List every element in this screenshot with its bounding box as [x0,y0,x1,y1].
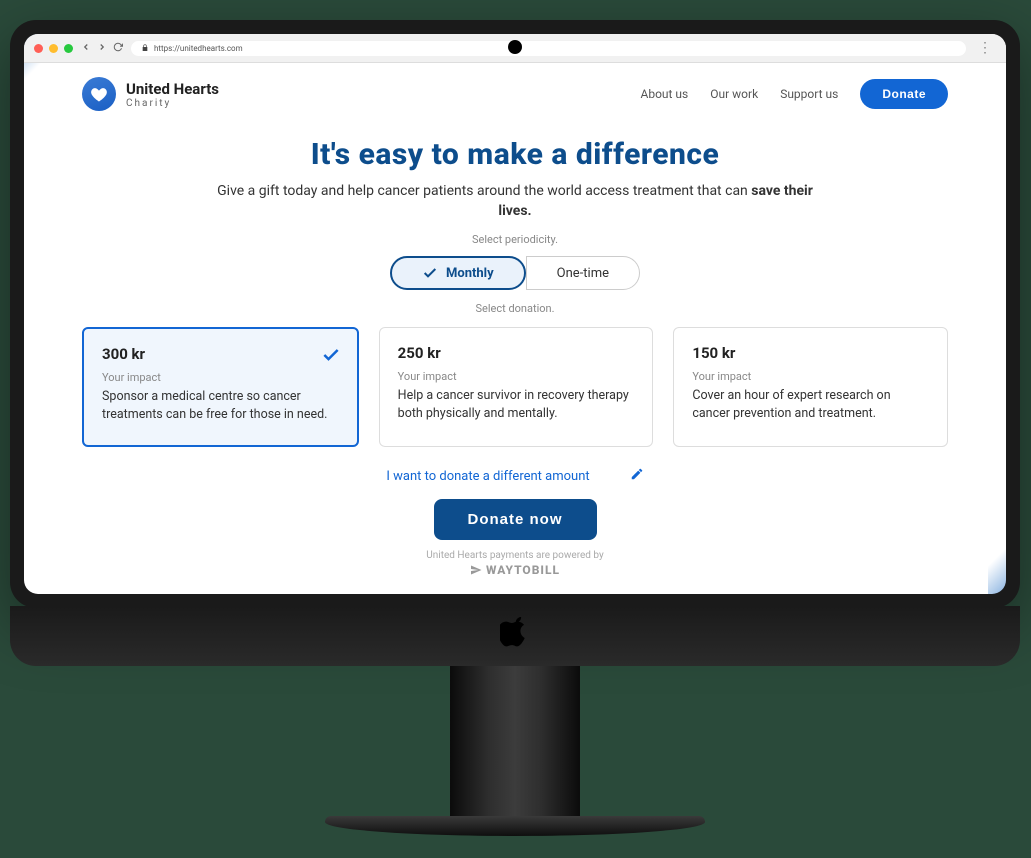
donation-label: Select donation. [82,302,948,315]
nav-our-work[interactable]: Our work [710,87,758,101]
impact-label: Your impact [692,370,929,383]
url-text: https://unitedhearts.com [154,44,243,53]
donation-option-300[interactable]: 300 kr Your impact Sponsor a medical cen… [82,327,359,447]
powered-by-text: United Hearts payments are powered by [82,550,948,561]
periodicity-label: Select periodicity. [82,233,948,246]
camera-notch [508,40,522,54]
donation-desc: Sponsor a medical centre so cancer treat… [102,388,339,423]
periodicity-onetime-label: One-time [557,266,609,281]
brand-tagline: Charity [126,98,219,109]
url-bar[interactable]: https://unitedhearts.com [131,41,966,56]
donation-amount: 300 kr [102,345,339,363]
hero-title: It's easy to make a difference [82,137,948,172]
imac-stand-neck [450,666,580,816]
minimize-window[interactable] [49,44,58,53]
donate-now-button[interactable]: Donate now [434,499,597,540]
periodicity-monthly[interactable]: Monthly [390,256,526,290]
donation-desc: Cover an hour of expert research on canc… [692,387,929,422]
donation-option-250[interactable]: 250 kr Your impact Help a cancer survivo… [379,327,654,447]
check-icon [422,265,438,281]
browser-menu[interactable]: ⋮ [974,40,996,56]
periodicity-monthly-label: Monthly [446,266,494,281]
hero-subtitle-text: Give a gift today and help cancer patien… [217,183,751,199]
window-controls [34,44,73,53]
donation-amount: 150 kr [692,344,929,362]
donation-desc: Help a cancer survivor in recovery thera… [398,387,635,422]
periodicity-onetime[interactable]: One-time [526,256,640,290]
brand[interactable]: United Hearts Charity [82,77,219,111]
imac-stand-base [325,816,705,836]
maximize-window[interactable] [64,44,73,53]
heart-hand-icon [89,84,109,104]
edit-icon[interactable] [630,467,644,485]
apple-logo-icon [500,617,530,655]
donation-amount: 250 kr [398,344,635,362]
periodicity-toggle: Monthly One-time [82,256,948,290]
imac-chin [10,606,1020,666]
lock-icon [141,44,149,52]
provider-name: WAYTOBILL [486,563,560,577]
donation-option-150[interactable]: 150 kr Your impact Cover an hour of expe… [673,327,948,447]
nav-donate-button[interactable]: Donate [860,79,948,109]
back-button[interactable] [81,42,91,55]
impact-label: Your impact [102,371,339,384]
check-icon [321,345,341,369]
send-icon [470,564,482,576]
provider-logo: WAYTOBILL [82,563,948,577]
nav-about[interactable]: About us [641,87,689,101]
brand-logo [82,77,116,111]
brand-name: United Hearts [126,80,219,98]
page-content: United Hearts Charity About us Our work … [42,63,988,594]
different-amount-link[interactable]: I want to donate a different amount [386,469,589,484]
close-window[interactable] [34,44,43,53]
nav-support[interactable]: Support us [780,87,838,101]
forward-button[interactable] [97,42,107,55]
hero-subtitle: Give a gift today and help cancer patien… [215,182,815,221]
reload-button[interactable] [113,42,123,55]
impact-label: Your impact [398,370,635,383]
